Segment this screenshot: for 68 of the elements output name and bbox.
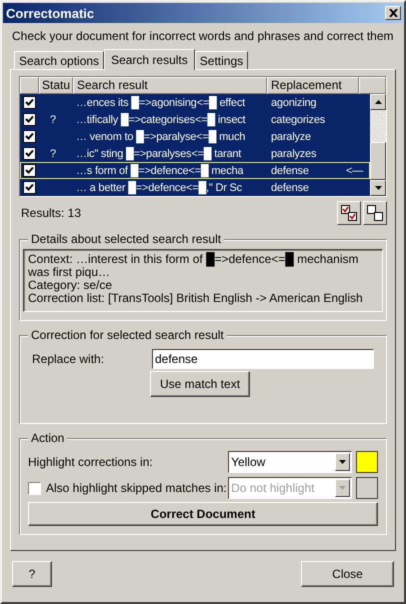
details-text: Correction list: [TransTools] British English -> American English — [28, 292, 364, 305]
empty-boxes-icon — [366, 204, 384, 222]
details-text: Category: se/ce — [28, 279, 114, 292]
scroll-up-button[interactable] — [370, 94, 386, 110]
scroll-down-button[interactable] — [370, 180, 386, 196]
status-text: ? — [50, 148, 56, 160]
close-button[interactable] — [385, 6, 401, 20]
window-title: Correctomatic — [6, 6, 94, 20]
table-cell: …tifically █=>categorises<=█ insect — [76, 114, 246, 126]
dropdown-arrow-button[interactable] — [335, 453, 350, 471]
tab[interactable]: Search options — [14, 51, 104, 69]
tab[interactable]: Settings — [194, 51, 248, 69]
table-cell: categorizes — [271, 114, 326, 126]
uncheck-all-button[interactable] — [363, 201, 387, 225]
table-cell: paralyzes — [271, 148, 316, 160]
table-row[interactable]: … a better █=>defence<=█," Dr Sc defense — [20, 179, 370, 196]
status-text: ? — [50, 114, 56, 126]
column-header[interactable]: Search result — [73, 77, 267, 94]
field-label: Replace with: — [31, 352, 106, 366]
table-cell: defense — [271, 164, 309, 176]
check-all-button[interactable] — [337, 201, 361, 225]
checkbox[interactable] — [23, 96, 36, 109]
use-match-text-button[interactable]: Use match text — [150, 371, 250, 397]
scroll-thumb[interactable] — [370, 142, 386, 180]
help-button[interactable]: ? — [12, 561, 52, 587]
checkbox[interactable] — [23, 181, 36, 194]
tab[interactable]: Search results — [104, 49, 195, 70]
replace-field[interactable]: defense — [152, 349, 374, 369]
table-cell: paralyze — [271, 130, 311, 142]
down-arrow-icon — [374, 186, 382, 190]
table-cell: … a better █=>defence<=█," Dr Sc — [76, 182, 242, 194]
checkbox-label: Also highlight skipped matches in: — [46, 481, 227, 495]
results-count: Results: 13 — [21, 206, 82, 220]
table-cell: …ences its █=>agonising<=█ effect — [76, 96, 246, 108]
table-row[interactable]: ? …ic" sting █=>paralyses<=█ tarant paralyzes — [20, 145, 370, 162]
up-arrow-icon — [374, 100, 382, 104]
checked-boxes-icon — [340, 204, 358, 222]
column-header[interactable]: Statu — [39, 77, 73, 94]
group-title: Action — [28, 431, 68, 445]
table-row[interactable]: ? …tifically █=>categorises<=█ insect categorizes — [20, 111, 370, 128]
down-arrow-icon — [339, 460, 346, 464]
field-label: Highlight corrections in: — [28, 455, 154, 469]
group-title: Details about selected search result — [28, 232, 224, 246]
close-icon — [388, 9, 398, 17]
close-button[interactable]: Close — [301, 561, 394, 587]
color-swatch[interactable] — [356, 451, 378, 473]
details-text: Context: …interest in this form of █=>defence<=█ mechanism was first piqu… — [28, 253, 360, 279]
column-header[interactable]: Replacement — [267, 77, 359, 94]
table-cell: … venom to █=>paralyse<=█ much — [76, 130, 246, 142]
correct-document-button[interactable]: Correct Document — [28, 502, 378, 526]
checkbox[interactable] — [23, 147, 36, 160]
instruction-text: Check your document for incorrect words and phrases and correct them — [12, 29, 394, 43]
table-row[interactable]: …s form of █=>defence<=█ mecha defense <— — [20, 162, 370, 179]
table-cell: agonizing — [271, 96, 316, 108]
checkbox[interactable] — [23, 130, 36, 143]
table-row[interactable]: … venom to █=>paralyse<=█ much paralyze — [20, 128, 370, 145]
table-cell: defense — [271, 182, 309, 194]
color-swatch[interactable] — [356, 477, 378, 499]
marker-text: <— — [346, 164, 363, 176]
scrollbar[interactable] — [370, 94, 386, 196]
checkbox[interactable] — [23, 113, 36, 126]
dropdown[interactable]: Yellow — [228, 451, 352, 473]
group-title: Correction for selected search result — [28, 328, 227, 342]
table-cell: …s form of █=>defence<=█ mecha — [76, 164, 244, 176]
checkbox[interactable] — [23, 164, 36, 177]
table-row[interactable]: …ences its █=>agonising<=█ effect agonizing — [20, 94, 370, 111]
table-cell: …ic" sting █=>paralyses<=█ tarant — [76, 148, 242, 160]
down-arrow-icon — [339, 486, 346, 490]
